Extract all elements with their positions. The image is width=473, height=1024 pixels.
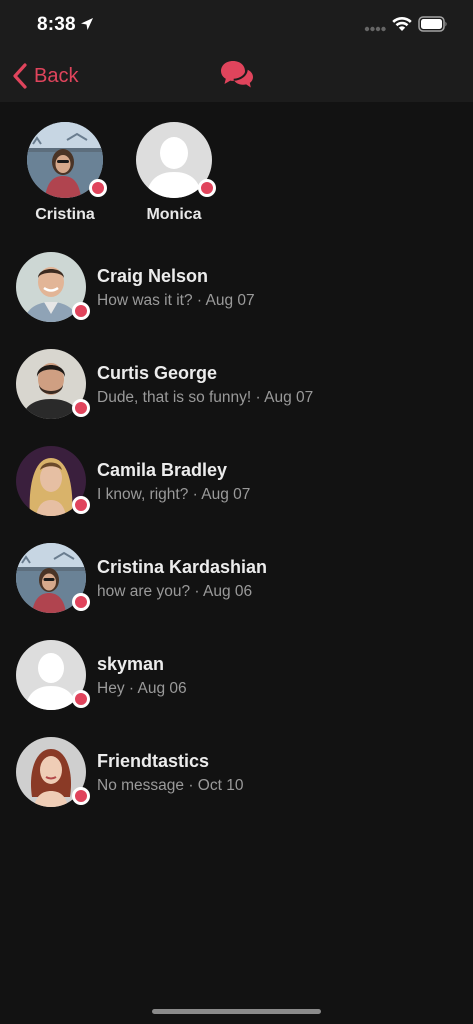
contact-name: Friendtastics [97, 751, 210, 771]
message-date: Oct 10 [197, 777, 244, 794]
last-message: I know, right? [97, 486, 189, 503]
contact-name: Craig Nelson [97, 266, 209, 286]
story-item[interactable]: Cristina [15, 122, 115, 224]
online-indicator [72, 787, 90, 805]
conversation-row[interactable]: Curtis George Dude, that is so funny! · … [0, 347, 473, 427]
online-indicator [72, 399, 90, 417]
conversation-row[interactable]: Cristina Kardashian how are you? · Aug 0… [0, 541, 473, 621]
chevron-left-icon [13, 63, 27, 89]
message-preview: Hey · Aug 06 [97, 680, 187, 697]
message-preview: Dude, that is so funny! · Aug 07 [97, 389, 314, 406]
online-indicator [89, 179, 107, 197]
status-bar: 8:38 [0, 0, 473, 50]
message-date: Aug 06 [202, 583, 253, 600]
navigation-bar: Back [0, 50, 473, 102]
conversation-row[interactable]: Camila Bradley I know, right? · Aug 07 [0, 444, 473, 524]
conversation-row[interactable]: skyman Hey · Aug 06 [0, 638, 473, 718]
story-name: Monica [146, 206, 202, 223]
message-preview: How was it it? · Aug 07 [97, 292, 255, 309]
last-message: Hey [97, 680, 125, 697]
message-preview: No message · Oct 10 [97, 777, 244, 794]
message-date: Aug 06 [137, 680, 187, 697]
message-preview: how are you? · Aug 06 [97, 583, 253, 600]
status-time: 8:38 [37, 14, 76, 35]
wifi-icon [392, 17, 412, 31]
message-date: Aug 07 [264, 389, 314, 406]
message-date: Aug 07 [205, 292, 255, 309]
last-message: Dude, that is so funny! [97, 389, 252, 406]
online-indicator [72, 302, 90, 320]
back-label: Back [34, 64, 79, 87]
active-users-row: Cristina Monica [0, 122, 473, 232]
online-indicator [72, 593, 90, 611]
story-name: Cristina [35, 206, 95, 223]
online-indicator [72, 496, 90, 514]
chat-bubbles-icon [221, 61, 253, 88]
last-message: No message [97, 777, 185, 794]
conversation-row[interactable]: Friendtastics No message · Oct 10 [0, 735, 473, 815]
cellular-signal-icon [364, 26, 386, 32]
conversation-row[interactable]: Craig Nelson How was it it? · Aug 07 [0, 250, 473, 330]
contact-name: Curtis George [97, 363, 218, 383]
back-button[interactable]: Back [12, 62, 78, 90]
story-item[interactable]: Monica [124, 122, 224, 224]
location-arrow-icon [81, 18, 93, 30]
contact-name: Camila Bradley [97, 460, 228, 480]
contact-name: Cristina Kardashian [97, 557, 268, 577]
home-indicator[interactable] [152, 1009, 321, 1014]
battery-icon [418, 16, 447, 32]
contact-name: skyman [97, 654, 165, 674]
last-message: How was it it? [97, 292, 193, 309]
last-message: how are you? [97, 583, 191, 600]
message-preview: I know, right? · Aug 07 [97, 486, 251, 503]
message-date: Aug 07 [201, 486, 251, 503]
online-indicator [198, 179, 216, 197]
online-indicator [72, 690, 90, 708]
